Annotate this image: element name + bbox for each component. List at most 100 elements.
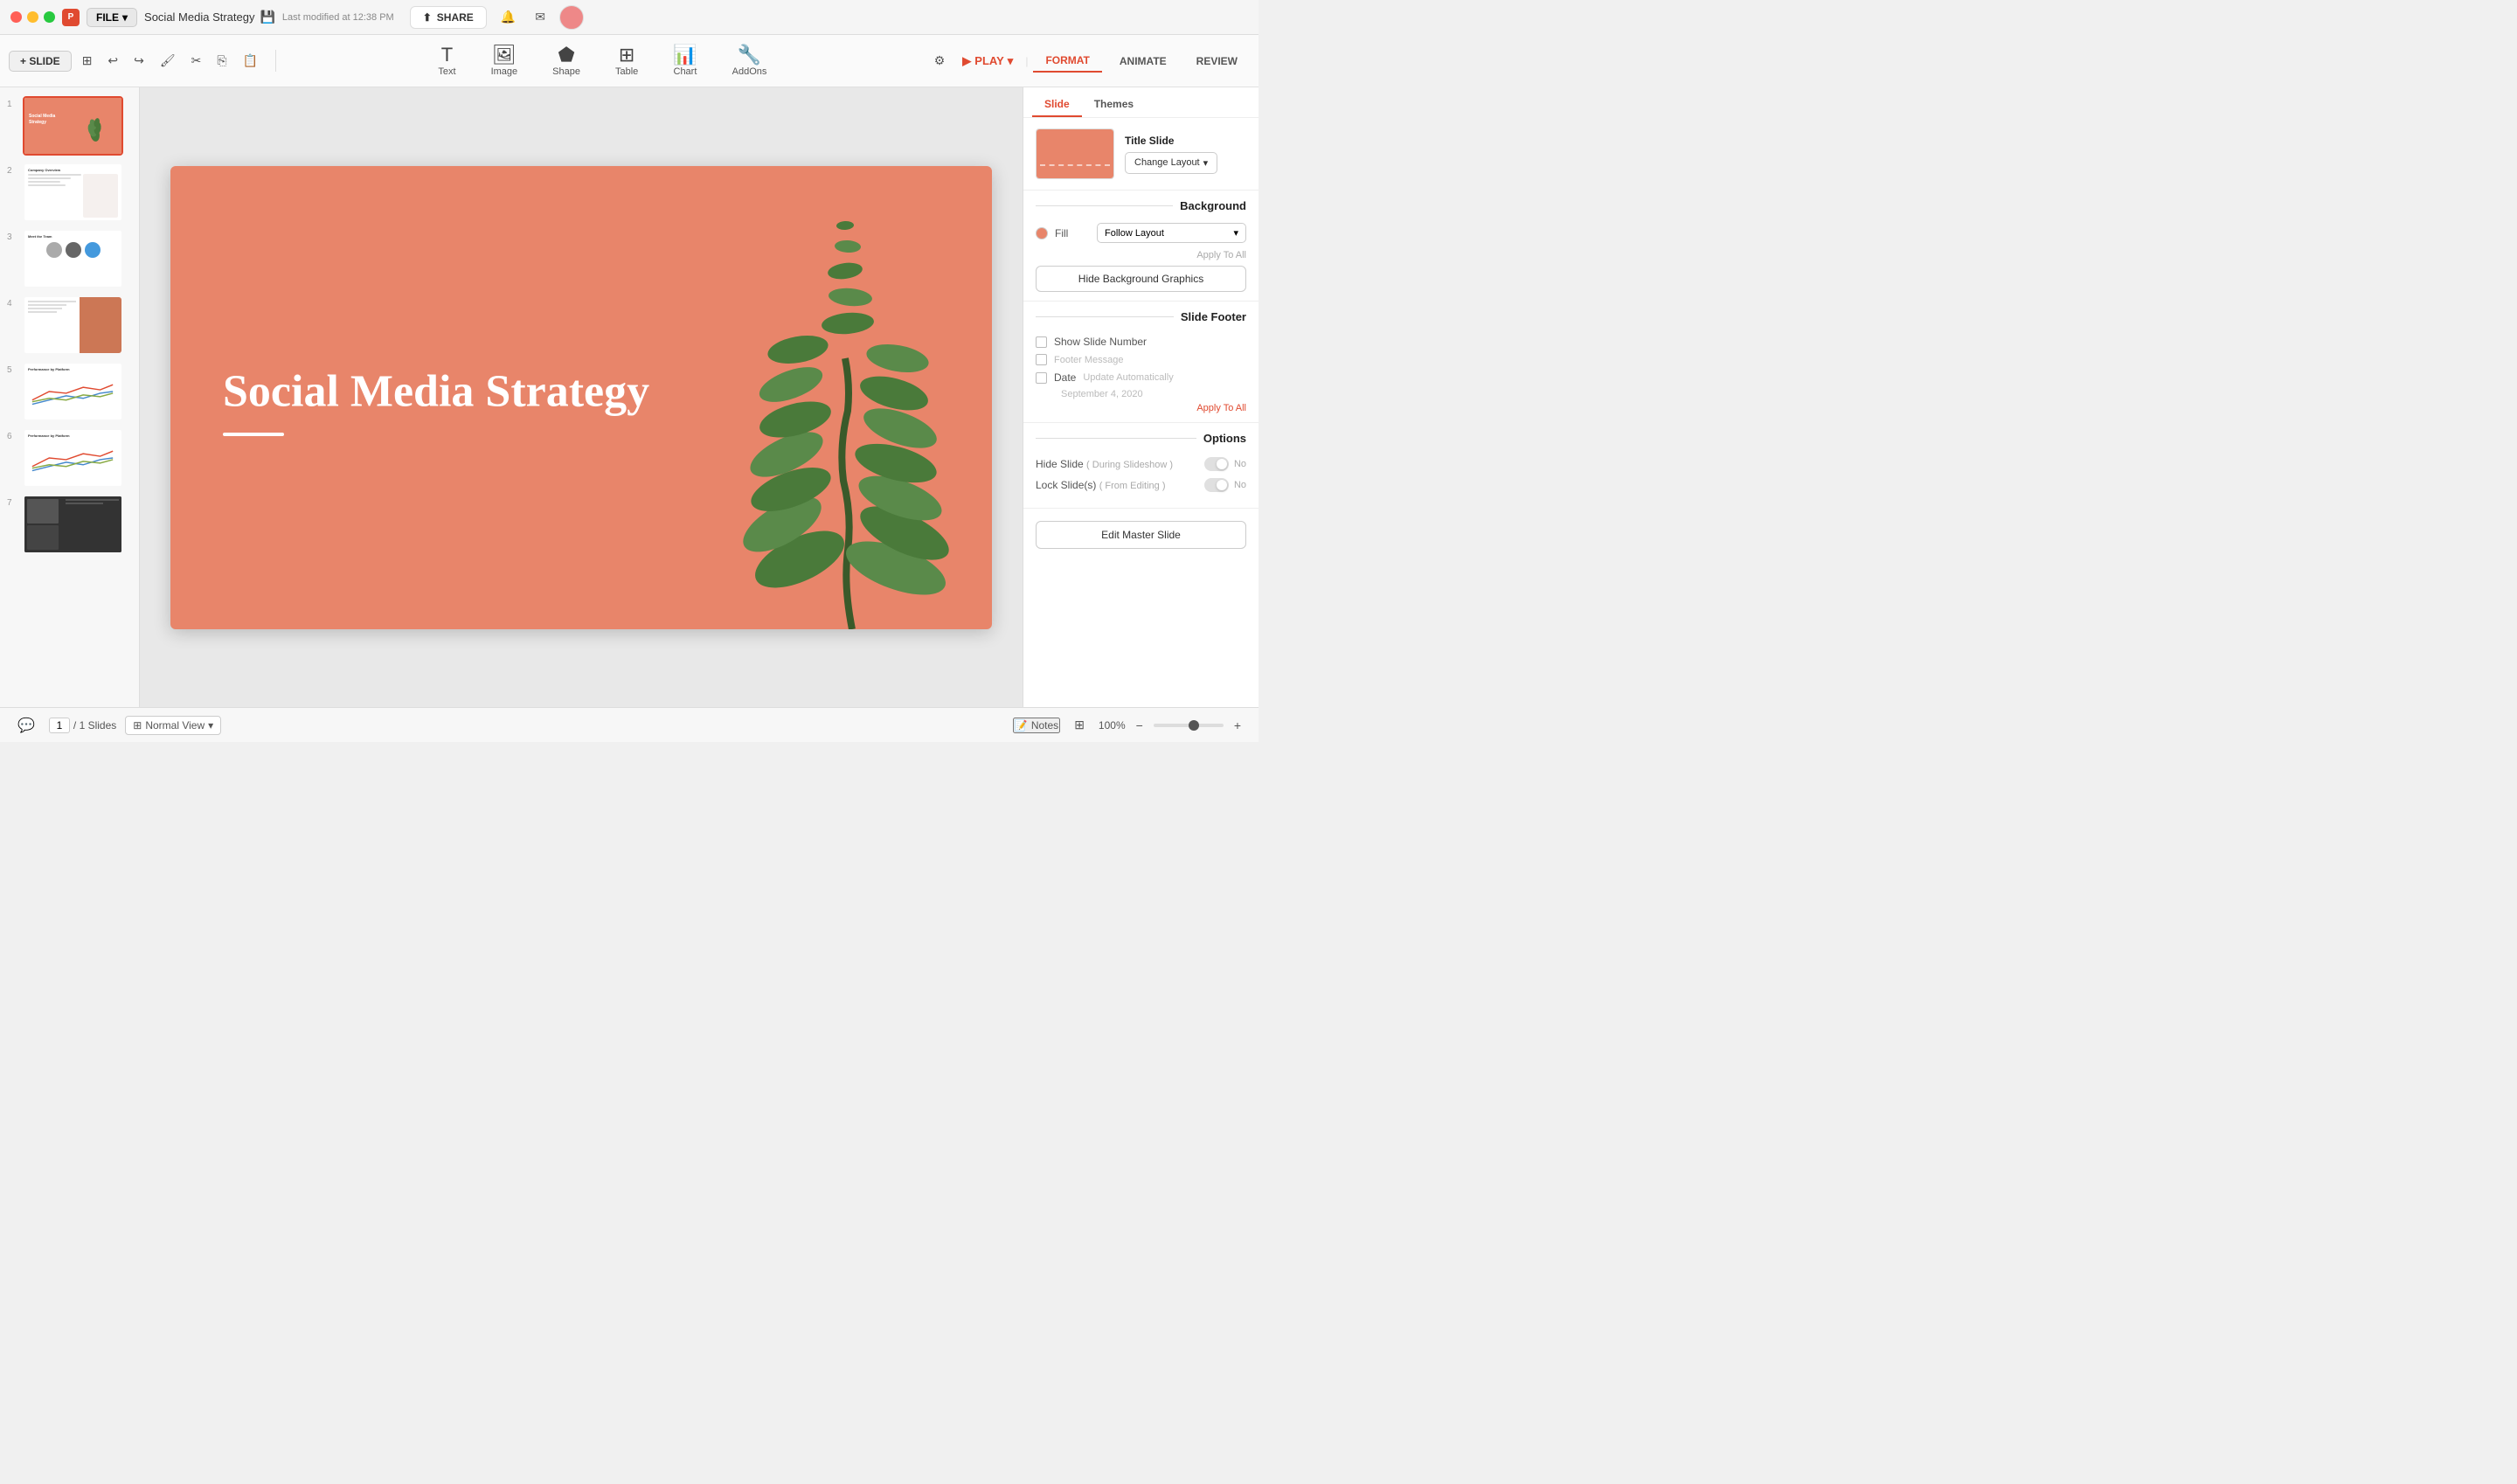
- notes-button[interactable]: 📝 Notes: [1013, 718, 1060, 733]
- slide-panel: 1 Social MediaStrategy 2: [0, 87, 140, 707]
- dropdown-icon: ▾: [1203, 157, 1209, 169]
- file-menu-button[interactable]: FILE ▾: [87, 8, 137, 27]
- options-section: Hide Slide ( During Slideshow ) No Lock …: [1023, 450, 1258, 509]
- update-auto-label: Update Automatically: [1083, 372, 1246, 383]
- animate-tab[interactable]: ANIMATE: [1107, 51, 1179, 72]
- date-row: Date Update Automatically: [1036, 371, 1246, 384]
- paint-button[interactable]: 🖌: [155, 50, 181, 72]
- title-bar-right: Last modified at 12:38 PM ⬆ SHARE 🔔 ✉: [282, 5, 584, 30]
- copy-button[interactable]: ⎘: [211, 50, 232, 72]
- slide-title: Social Media Strategy: [223, 364, 649, 419]
- shape-icon: ⬟: [558, 45, 574, 65]
- date-checkbox[interactable]: [1036, 372, 1047, 384]
- slide-thumbnail-5[interactable]: Performance by Platform: [23, 362, 123, 421]
- hide-slide-row: Hide Slide ( During Slideshow ) No: [1036, 457, 1246, 471]
- footer-apply-all[interactable]: Apply To All: [1036, 403, 1246, 413]
- share-button[interactable]: ⬆ SHARE: [410, 6, 487, 29]
- slide-thumbnail-4[interactable]: [23, 295, 123, 355]
- play-icon: ▶: [962, 54, 971, 68]
- page-number-input[interactable]: [49, 718, 70, 733]
- fill-color-dot[interactable]: [1036, 227, 1048, 239]
- format-tab[interactable]: FORMAT: [1033, 50, 1101, 73]
- apply-all-button[interactable]: Apply To All: [1036, 250, 1246, 260]
- redo-button[interactable]: ↪: [128, 50, 149, 72]
- avatar[interactable]: [559, 5, 584, 30]
- themes-tab[interactable]: Themes: [1082, 93, 1146, 117]
- add-slide-button[interactable]: + SLIDE: [9, 51, 72, 72]
- footer-section: Show Slide Number Footer Message Date Up…: [1023, 329, 1258, 423]
- hide-background-button[interactable]: Hide Background Graphics: [1036, 266, 1246, 292]
- slide-thumbnail-1[interactable]: Social MediaStrategy: [23, 96, 123, 156]
- chart-tool[interactable]: 📊 Chart: [664, 42, 705, 80]
- view-mode-button[interactable]: ⊞ Normal View ▾: [125, 716, 221, 735]
- slide-thumbnail-6[interactable]: Performance by Platform: [23, 428, 123, 488]
- layout-info: Title Slide Change Layout ▾: [1125, 135, 1217, 174]
- last-modified: Last modified at 12:38 PM: [282, 12, 394, 23]
- slide-thumb-6[interactable]: 6 Performance by Platform: [7, 428, 132, 488]
- zoom-slider[interactable]: [1154, 724, 1224, 727]
- toolbar-tools: T Text 🖼 Image ⬟ Shape ⊞ Table 📊 Chart 🔧…: [276, 42, 929, 80]
- text-tool[interactable]: T Text: [429, 42, 464, 80]
- play-button[interactable]: ▶ PLAY ▾: [955, 50, 1020, 73]
- chat-button[interactable]: 💬: [12, 713, 40, 738]
- slide-thumb-7[interactable]: 7: [7, 495, 132, 554]
- slide-tab[interactable]: Slide: [1032, 93, 1082, 117]
- zoom-in-button[interactable]: +: [1229, 715, 1246, 736]
- image-icon: 🖼: [492, 45, 517, 65]
- right-panel: Slide Themes Title Slide Change Layout ▾: [1023, 87, 1258, 707]
- table-tool[interactable]: ⊞ Table: [607, 42, 647, 80]
- slide-thumb-5[interactable]: 5 Performance by Platform: [7, 362, 132, 421]
- grid-view-button[interactable]: ⊞: [77, 50, 98, 72]
- edit-master-section: Edit Master Slide: [1023, 509, 1258, 561]
- close-button[interactable]: [10, 11, 22, 23]
- footer-message-checkbox[interactable]: [1036, 354, 1047, 365]
- addons-tool[interactable]: 🔧 AddOns: [724, 42, 776, 80]
- background-title: Background: [1180, 199, 1246, 212]
- settings-button[interactable]: ⚙: [929, 50, 951, 72]
- change-layout-button[interactable]: Change Layout ▾: [1125, 152, 1217, 174]
- maximize-button[interactable]: [44, 11, 55, 23]
- slide-canvas[interactable]: Social Media Strategy: [170, 166, 992, 629]
- email-button[interactable]: ✉: [530, 6, 551, 28]
- options-title: Options: [1203, 432, 1246, 445]
- slide-thumb-4[interactable]: 4: [7, 295, 132, 355]
- edit-master-button[interactable]: Edit Master Slide: [1036, 521, 1246, 549]
- image-tool[interactable]: 🖼 Image: [482, 42, 527, 80]
- toolbar-left: + SLIDE ⊞ ↩ ↪ 🖌 ✂ ⎘ 📋: [9, 50, 276, 72]
- fill-row: Fill Follow Layout ▾: [1036, 223, 1246, 243]
- zoom-out-button[interactable]: −: [1131, 715, 1148, 736]
- canvas-area: Social Media Strategy: [140, 87, 1023, 707]
- hide-slide-label-group: Hide Slide ( During Slideshow ): [1036, 458, 1173, 470]
- footer-message-row: Footer Message: [1036, 354, 1246, 365]
- document-title: Social Media Strategy 💾: [144, 10, 275, 24]
- lock-slide-toggle[interactable]: No: [1204, 478, 1246, 492]
- right-panel-tabs: Slide Themes: [1023, 87, 1258, 118]
- shape-tool[interactable]: ⬟ Shape: [544, 42, 589, 80]
- paste-button[interactable]: 📋: [238, 50, 263, 72]
- layout-preview: [1036, 128, 1114, 179]
- bottom-bar: 💬 / 1 Slides ⊞ Normal View ▾ 📝 Notes ⊞ 1…: [0, 707, 1258, 742]
- cut-button[interactable]: ✂: [186, 50, 207, 72]
- hide-slide-toggle[interactable]: No: [1204, 457, 1246, 471]
- slide-thumbnail-7[interactable]: [23, 495, 123, 554]
- zoom-thumb: [1189, 720, 1199, 731]
- show-slide-number-row: Show Slide Number: [1036, 336, 1246, 348]
- slide-thumb-3[interactable]: 3 Meet the Team: [7, 229, 132, 288]
- review-tab[interactable]: REVIEW: [1184, 51, 1250, 72]
- slide-thumbnail-3[interactable]: Meet the Team: [23, 229, 123, 288]
- grid-button[interactable]: ⊞: [1069, 714, 1090, 736]
- show-slide-number-checkbox[interactable]: [1036, 336, 1047, 348]
- notifications-button[interactable]: 🔔: [496, 6, 521, 28]
- slide-thumb-2[interactable]: 2 Company Overview: [7, 163, 132, 222]
- undo-button[interactable]: ↩: [102, 50, 123, 72]
- date-value: September 4, 2020: [1054, 389, 1150, 399]
- app-icon: P: [62, 9, 80, 26]
- chart-icon: 📊: [673, 45, 697, 65]
- fill-dropdown-icon: ▾: [1233, 227, 1238, 239]
- play-dropdown-icon: ▾: [1008, 54, 1014, 68]
- fill-select[interactable]: Follow Layout ▾: [1097, 223, 1246, 243]
- slide-thumbnail-2[interactable]: Company Overview: [23, 163, 123, 222]
- slide-thumb-1[interactable]: 1 Social MediaStrategy: [7, 96, 132, 156]
- slide-divider: [223, 433, 284, 436]
- minimize-button[interactable]: [27, 11, 38, 23]
